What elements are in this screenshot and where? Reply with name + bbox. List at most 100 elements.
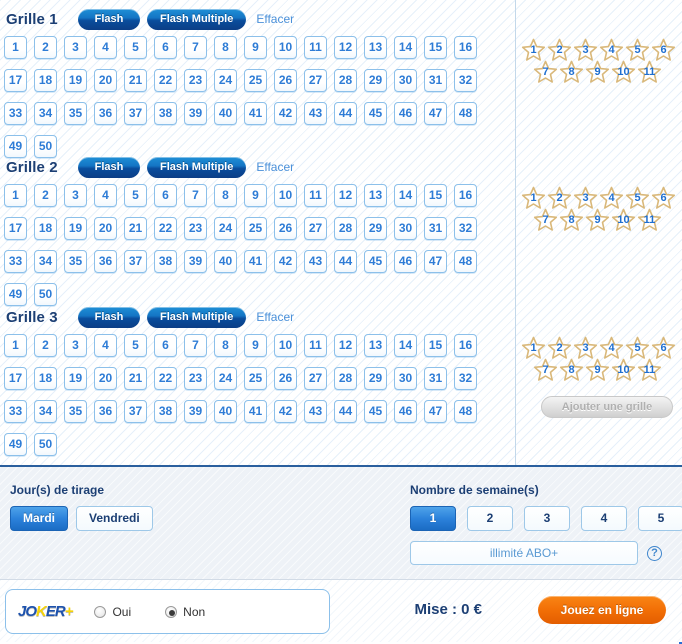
number-cell[interactable]: 6 (154, 184, 177, 207)
play-online-button[interactable]: Jouez en ligne (538, 596, 666, 624)
number-cell[interactable]: 23 (184, 367, 207, 390)
joker-yes-option[interactable]: Oui (94, 605, 131, 619)
number-cell[interactable]: 34 (34, 250, 57, 273)
star-cell[interactable]: 4 (599, 186, 624, 210)
number-cell[interactable]: 21 (124, 217, 147, 240)
number-cell[interactable]: 35 (64, 250, 87, 273)
number-cell[interactable]: 1 (4, 184, 27, 207)
number-cell[interactable]: 30 (394, 217, 417, 240)
number-cell[interactable]: 39 (184, 400, 207, 423)
number-cell[interactable]: 42 (274, 102, 297, 125)
number-cell[interactable]: 21 (124, 69, 147, 92)
help-icon[interactable]: ? (647, 545, 662, 561)
number-cell[interactable]: 37 (124, 400, 147, 423)
joker-yes-radio[interactable] (94, 605, 107, 618)
number-cell[interactable]: 11 (304, 36, 327, 59)
number-cell[interactable]: 10 (274, 334, 297, 357)
draw-day-chip[interactable]: Vendredi (76, 506, 153, 531)
number-cell[interactable]: 17 (4, 69, 27, 92)
number-cell[interactable]: 44 (334, 400, 357, 423)
number-cell[interactable]: 21 (124, 367, 147, 390)
number-cell[interactable]: 14 (394, 36, 417, 59)
number-cell[interactable]: 8 (214, 184, 237, 207)
number-cell[interactable]: 9 (244, 334, 267, 357)
clear-grid-link[interactable]: Effacer (256, 310, 294, 324)
star-cell[interactable]: 10 (611, 60, 636, 84)
number-cell[interactable]: 16 (454, 184, 477, 207)
number-cell[interactable]: 12 (334, 36, 357, 59)
number-cell[interactable]: 46 (394, 250, 417, 273)
star-cell[interactable]: 3 (573, 38, 598, 62)
star-cell[interactable]: 7 (533, 358, 558, 382)
weeks-count-chip[interactable]: 2 (467, 506, 513, 531)
number-cell[interactable]: 45 (364, 400, 387, 423)
number-cell[interactable]: 14 (394, 334, 417, 357)
number-cell[interactable]: 49 (4, 433, 27, 456)
number-cell[interactable]: 19 (64, 367, 87, 390)
star-cell[interactable]: 9 (585, 358, 610, 382)
number-cell[interactable]: 40 (214, 102, 237, 125)
star-cell[interactable]: 3 (573, 186, 598, 210)
add-grille-button[interactable]: Ajouter une grille (541, 396, 673, 418)
number-cell[interactable]: 22 (154, 69, 177, 92)
number-cell[interactable]: 41 (244, 250, 267, 273)
number-cell[interactable]: 31 (424, 367, 447, 390)
number-cell[interactable]: 6 (154, 334, 177, 357)
number-cell[interactable]: 4 (94, 36, 117, 59)
number-cell[interactable]: 38 (154, 400, 177, 423)
number-cell[interactable]: 24 (214, 217, 237, 240)
star-cell[interactable]: 11 (637, 208, 662, 232)
number-cell[interactable]: 38 (154, 102, 177, 125)
number-cell[interactable]: 26 (274, 217, 297, 240)
flash-button[interactable]: Flash (78, 156, 140, 178)
number-cell[interactable]: 16 (454, 36, 477, 59)
number-cell[interactable]: 24 (214, 367, 237, 390)
number-cell[interactable]: 4 (94, 184, 117, 207)
star-cell[interactable]: 1 (521, 336, 546, 360)
star-cell[interactable]: 7 (533, 208, 558, 232)
star-cell[interactable]: 6 (651, 38, 676, 62)
number-cell[interactable]: 41 (244, 400, 267, 423)
number-cell[interactable]: 47 (424, 102, 447, 125)
flash-multiple-button[interactable]: Flash Multiple (147, 306, 247, 328)
number-cell[interactable]: 38 (154, 250, 177, 273)
number-cell[interactable]: 8 (214, 36, 237, 59)
star-cell[interactable]: 7 (533, 60, 558, 84)
number-cell[interactable]: 15 (424, 334, 447, 357)
number-cell[interactable]: 22 (154, 367, 177, 390)
number-cell[interactable]: 7 (184, 334, 207, 357)
joker-no-radio[interactable] (165, 605, 178, 618)
number-cell[interactable]: 28 (334, 69, 357, 92)
number-cell[interactable]: 29 (364, 217, 387, 240)
star-cell[interactable]: 11 (637, 358, 662, 382)
number-cell[interactable]: 12 (334, 334, 357, 357)
number-cell[interactable]: 9 (244, 36, 267, 59)
number-cell[interactable]: 22 (154, 217, 177, 240)
number-cell[interactable]: 43 (304, 250, 327, 273)
number-cell[interactable]: 18 (34, 367, 57, 390)
number-cell[interactable]: 32 (454, 367, 477, 390)
number-cell[interactable]: 39 (184, 102, 207, 125)
star-cell[interactable]: 9 (585, 208, 610, 232)
number-cell[interactable]: 32 (454, 217, 477, 240)
star-cell[interactable]: 2 (547, 336, 572, 360)
star-cell[interactable]: 11 (637, 60, 662, 84)
number-cell[interactable]: 10 (274, 36, 297, 59)
star-cell[interactable]: 8 (559, 60, 584, 84)
number-cell[interactable]: 50 (34, 433, 57, 456)
number-cell[interactable]: 27 (304, 69, 327, 92)
star-cell[interactable]: 10 (611, 208, 636, 232)
star-cell[interactable]: 5 (625, 336, 650, 360)
number-cell[interactable]: 44 (334, 102, 357, 125)
number-cell[interactable]: 48 (454, 250, 477, 273)
number-cell[interactable]: 7 (184, 184, 207, 207)
number-cell[interactable]: 2 (34, 36, 57, 59)
number-cell[interactable]: 45 (364, 102, 387, 125)
number-cell[interactable]: 46 (394, 102, 417, 125)
number-cell[interactable]: 43 (304, 400, 327, 423)
number-cell[interactable]: 34 (34, 400, 57, 423)
number-cell[interactable]: 44 (334, 250, 357, 273)
number-cell[interactable]: 10 (274, 184, 297, 207)
number-cell[interactable]: 17 (4, 217, 27, 240)
number-cell[interactable]: 19 (64, 69, 87, 92)
